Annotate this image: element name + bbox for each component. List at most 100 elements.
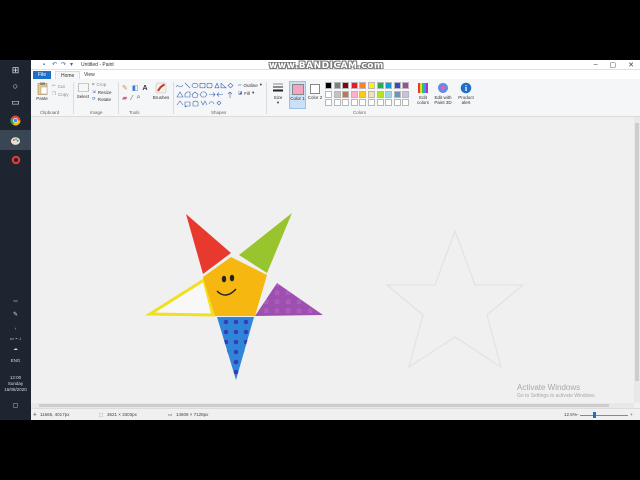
zoom-in-icon[interactable]: + <box>630 412 633 417</box>
palette-swatch[interactable] <box>376 82 384 89</box>
vertical-scrollbar[interactable] <box>634 117 640 403</box>
task-view-icon[interactable]: ▭ <box>0 92 31 112</box>
customize-qat-icon[interactable]: ▾ <box>70 62 76 68</box>
copy-button[interactable]: ❐ Copy <box>52 91 69 97</box>
minimize-icon[interactable]: – <box>594 61 598 69</box>
rotate-button[interactable]: ⟳ Rotate <box>92 96 111 102</box>
save-icon[interactable]: ▪ <box>43 62 49 68</box>
horizontal-scroll-thumb[interactable] <box>39 404 609 407</box>
palette-swatch-empty[interactable] <box>402 99 410 107</box>
palette-swatch-empty[interactable] <box>333 99 341 107</box>
selection-size: 3621 × 3303px <box>107 412 137 417</box>
tab-file[interactable]: File <box>33 71 52 79</box>
outline-dropdown[interactable]: ▱ Outline ▾ <box>238 82 262 88</box>
tray-chevron-icon[interactable]: › <box>0 326 31 332</box>
zoom-slider-thumb[interactable] <box>593 412 596 418</box>
vertical-scroll-thumb[interactable] <box>635 123 639 381</box>
product-alert-button[interactable]: i Product alert <box>456 82 476 105</box>
palette-swatch[interactable] <box>376 90 384 98</box>
scissors-icon: ✂ <box>52 83 56 88</box>
text-tool-icon[interactable]: A <box>143 85 148 92</box>
pencil-icon[interactable]: ✎ <box>122 84 128 92</box>
maximize-icon[interactable]: ▢ <box>610 61 617 69</box>
paint-taskbar-icon[interactable] <box>0 130 31 150</box>
palette-swatch[interactable] <box>342 82 350 89</box>
palette-swatch[interactable] <box>350 90 358 98</box>
palette-swatch[interactable] <box>385 90 393 98</box>
canvas-size-icon: ▭ <box>168 412 173 417</box>
palette-swatch[interactable] <box>393 82 401 89</box>
canvas-size: 14608 × 7128px <box>176 412 209 417</box>
left-eye <box>221 275 227 283</box>
palette-swatch-empty[interactable] <box>350 99 358 107</box>
palette-swatch-empty[interactable] <box>385 99 393 107</box>
tab-home[interactable]: Home <box>55 71 81 79</box>
tray-pen-icon[interactable]: ✎ <box>0 312 31 318</box>
resize-icon: ⇲ <box>92 89 96 94</box>
palette-swatch[interactable] <box>342 90 350 98</box>
status-bar: ✛ 11665, 4017px ⬚ 3621 × 3303px ▭ 14608 … <box>31 408 640 420</box>
palette-swatch-empty[interactable] <box>393 99 401 107</box>
tab-view[interactable]: View <box>79 71 100 79</box>
select-button[interactable]: Select <box>76 83 90 99</box>
tray-network-icon[interactable]: ▭ ⌁ ♪ <box>0 336 31 342</box>
chevron-down-icon: ▾ <box>252 90 255 95</box>
image-group-label: Image <box>90 110 103 115</box>
activate-title: Activate Windows <box>517 383 581 392</box>
palette-swatch-empty[interactable] <box>359 99 367 107</box>
tray-overflow-icon[interactable]: ▭ <box>0 298 31 304</box>
drawing-canvas[interactable]: ☆ <box>31 117 634 403</box>
palette-swatch[interactable] <box>368 90 375 98</box>
tray-language[interactable]: ENG <box>0 358 31 364</box>
undo-icon[interactable]: ↶ <box>52 62 58 68</box>
crop-button[interactable]: ⌗ Crop <box>92 82 106 87</box>
separator <box>73 82 74 114</box>
outline-icon: ▱ <box>238 82 242 87</box>
cut-button[interactable]: ✂ Cut <box>52 83 65 89</box>
redo-icon[interactable]: ↷ <box>61 62 67 68</box>
magnifier-icon[interactable]: ⌕ <box>137 94 141 102</box>
notification-icon[interactable]: ▢ <box>0 403 31 409</box>
cursor-position: 11665, 4017px <box>40 412 70 417</box>
shapes-gallery[interactable] <box>175 82 237 108</box>
resize-button[interactable]: ⇲ Resize <box>92 89 112 95</box>
zoom-slider[interactable] <box>580 415 628 416</box>
edit-colors-button[interactable]: Edit colors <box>415 82 431 105</box>
color1-swatch <box>291 84 304 95</box>
edit-with-paint3d-button[interactable]: Edit with Paint 3D <box>432 82 454 105</box>
close-icon[interactable]: ✕ <box>628 61 634 69</box>
palette-swatch[interactable] <box>402 90 410 98</box>
color1-selector[interactable]: Color 1 <box>289 81 306 109</box>
palette-swatch[interactable] <box>333 90 341 98</box>
palette-swatch-empty[interactable] <box>325 99 332 107</box>
size-button[interactable]: Size ▾ <box>270 82 286 106</box>
canvas-area[interactable]: ☆ <box>31 117 634 403</box>
palette-swatch[interactable] <box>325 82 332 89</box>
eraser-icon[interactable]: ▰ <box>122 94 127 102</box>
separator <box>173 82 174 114</box>
palette-swatch[interactable] <box>393 90 401 98</box>
tray-cloud-icon[interactable]: ☁ <box>0 346 31 352</box>
faint-star-outline <box>385 229 525 369</box>
brushes-button[interactable]: Brushes <box>151 82 171 100</box>
palette-swatch[interactable] <box>325 90 332 98</box>
ribbon-tabs: File Home View <box>31 70 640 79</box>
palette-swatch[interactable] <box>402 82 410 89</box>
palette-swatch-empty[interactable] <box>342 99 350 107</box>
bandicam-taskbar-icon[interactable] <box>0 150 31 170</box>
palette-swatch[interactable] <box>350 82 358 89</box>
palette-swatch-empty[interactable] <box>376 99 384 107</box>
zoom-out-icon[interactable]: − <box>576 412 579 417</box>
palette-swatch[interactable] <box>368 82 375 89</box>
color2-selector[interactable]: Color 2 <box>307 81 323 100</box>
fill-dropdown[interactable]: ◪ Fill ▾ <box>238 90 254 96</box>
palette-swatch[interactable] <box>333 82 341 89</box>
paste-button[interactable]: Paste <box>34 82 50 101</box>
palette-swatch-empty[interactable] <box>368 99 375 107</box>
palette-swatch[interactable] <box>359 82 367 89</box>
chrome-icon[interactable] <box>0 110 31 130</box>
palette-swatch[interactable] <box>359 90 367 98</box>
fill-bucket-icon[interactable]: ◧ <box>132 84 139 92</box>
palette-swatch[interactable] <box>385 82 393 89</box>
color-picker-icon[interactable]: ⁄ <box>131 95 132 102</box>
